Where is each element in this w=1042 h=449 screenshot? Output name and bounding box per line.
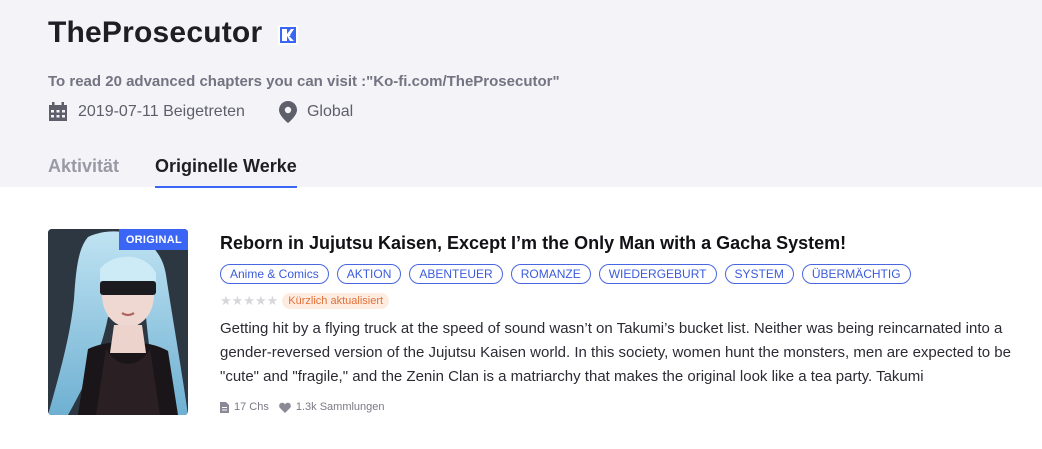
tag-item[interactable]: ABENTEUER (409, 264, 503, 284)
book-stats: 17 Chs 1.3k Sammlungen (220, 401, 385, 413)
author-row: TheProsecutor (48, 16, 299, 50)
recently-updated-badge: Kürzlich aktualisiert (282, 293, 390, 309)
star-icon: ★ (231, 293, 244, 308)
tag-item[interactable]: WIEDERGEBURT (598, 264, 717, 284)
collection-count-text: 1.3k Sammlungen (295, 401, 385, 413)
star-icon: ★ (254, 293, 267, 308)
document-icon (220, 401, 229, 413)
book-card[interactable]: ORIGINAL Reborn in Jujutsu Kaisen, Excep… (48, 229, 1038, 415)
star-icon: ★ (266, 293, 279, 308)
location: Global (278, 101, 354, 123)
calendar-icon (49, 102, 67, 121)
tag-item[interactable]: AKTION (336, 264, 402, 284)
tag-item[interactable]: SYSTEM (724, 264, 794, 284)
book-tags: Anime & Comics AKTION ABENTEUER ROMANZE … (220, 264, 911, 284)
tab-activity[interactable]: Aktivität (48, 156, 119, 188)
tag-item[interactable]: ÜBERMÄCHTIG (801, 264, 911, 284)
author-meta: 2019-07-11 Beigetreten Global (48, 101, 353, 123)
rating-row: ★★★★★ Kürzlich aktualisiert (220, 293, 390, 309)
profile-header: TheProsecutor To read 20 advanced chapte… (0, 0, 1042, 188)
star-icon: ★ (243, 293, 255, 308)
joined-date-text: 2019-07-11 Beigetreten (78, 103, 245, 120)
chapter-count: 17 Chs (220, 401, 269, 413)
rating-stars: ★★★★★ (220, 293, 278, 309)
original-badge: ORIGINAL (118, 229, 188, 250)
author-intro: To read 20 advanced chapters you can vis… (48, 73, 560, 90)
author-name: TheProsecutor (48, 16, 263, 49)
book-title[interactable]: Reborn in Jujutsu Kaisen, Except I’m the… (220, 233, 846, 254)
verified-author-icon (278, 25, 299, 45)
heart-icon (279, 402, 291, 413)
location-text: Global (306, 103, 354, 120)
tab-original-works[interactable]: Originelle Werke (155, 156, 297, 188)
cover-illustration (48, 229, 188, 415)
chapter-count-text: 17 Chs (234, 401, 269, 413)
collection-count: 1.3k Sammlungen (279, 401, 385, 413)
book-cover[interactable]: ORIGINAL (48, 229, 188, 415)
tag-item[interactable]: ROMANZE (510, 264, 591, 284)
tag-item[interactable]: Anime & Comics (220, 264, 329, 284)
star-icon: ★ (220, 293, 232, 308)
book-description: Getting hit by a flying truck at the spe… (220, 320, 1011, 385)
joined-date: 2019-07-11 Beigetreten (48, 102, 245, 122)
profile-tabs: Aktivität Originelle Werke (48, 156, 297, 188)
location-pin-icon (278, 101, 297, 123)
